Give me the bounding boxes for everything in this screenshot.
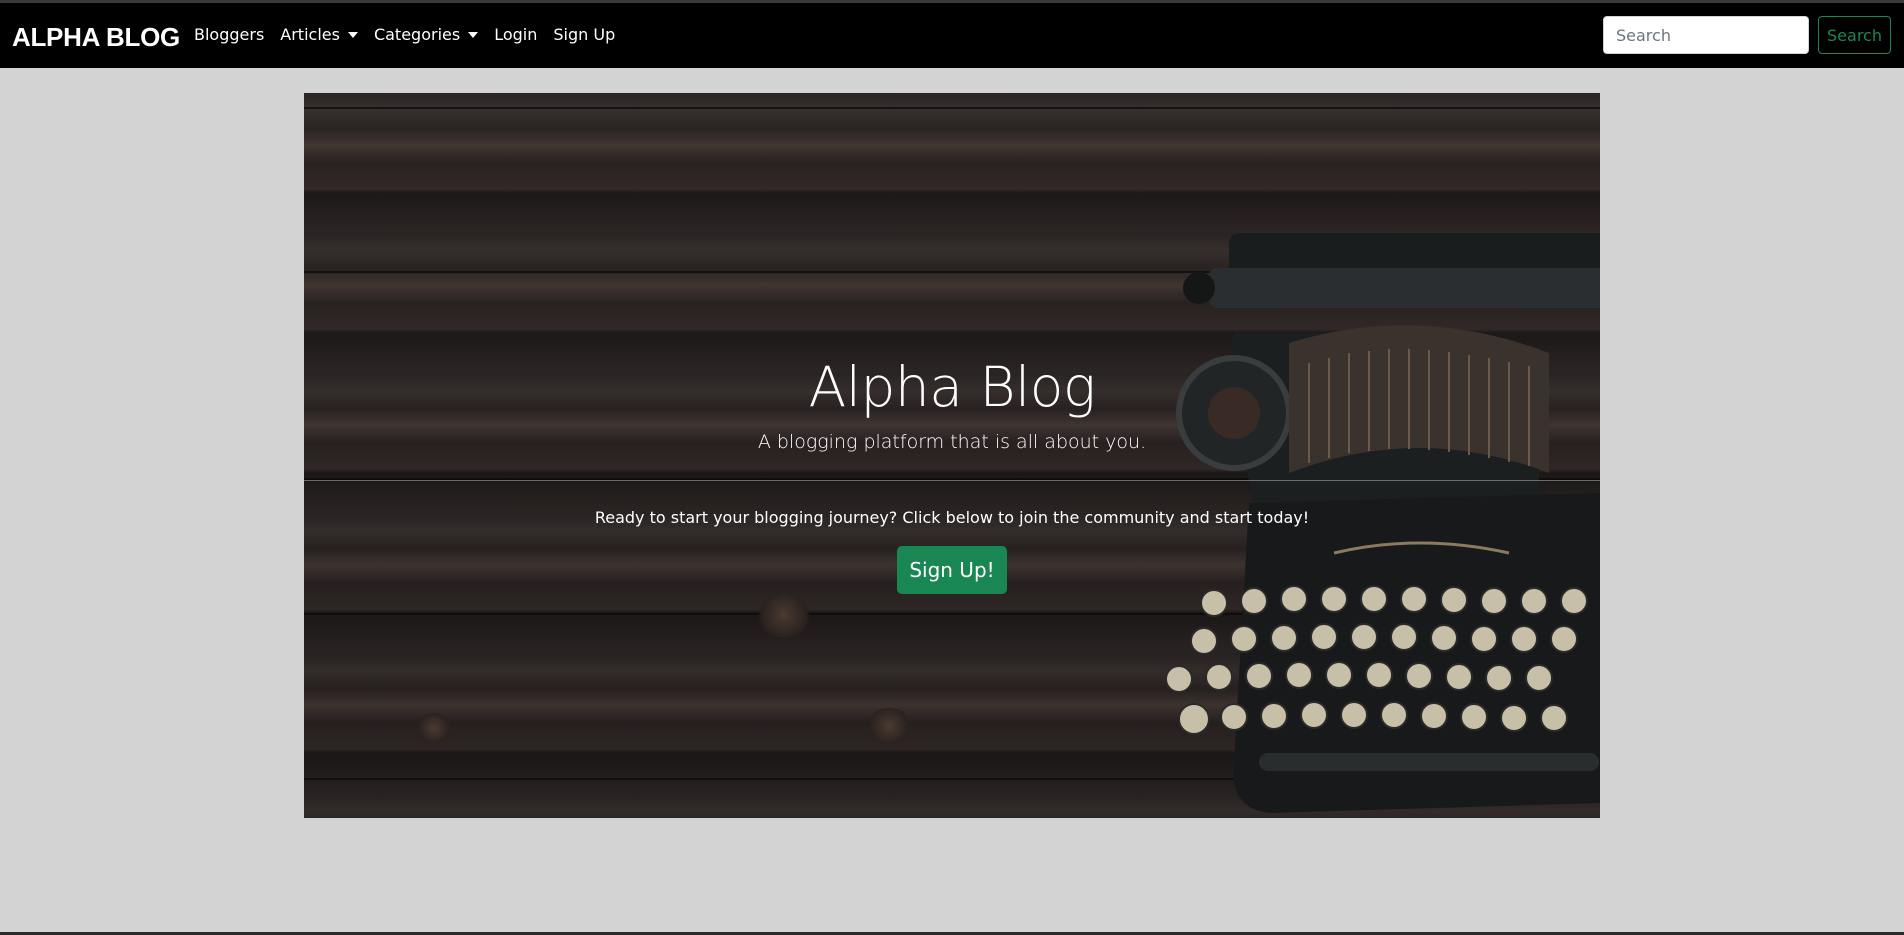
nav-dropdown-categories[interactable]: Categories	[373, 25, 479, 44]
nav-link-label: Bloggers	[194, 25, 265, 44]
nav-link-label: Sign Up	[553, 25, 616, 44]
caret-down-icon	[347, 32, 358, 38]
nav-link-label: Login	[494, 25, 538, 44]
nav-link-label: Articles	[280, 25, 340, 44]
hero-title: Alpha Blog	[808, 355, 1096, 419]
nav-link-bloggers[interactable]: Bloggers	[194, 25, 264, 44]
nav-dropdown-articles[interactable]: Articles	[280, 25, 358, 44]
navbar: ALPHA BLOG Bloggers Articles Categories …	[0, 3, 1904, 68]
nav-links: Bloggers Articles Categories Login Sign …	[194, 25, 631, 44]
nav-link-signup[interactable]: Sign Up	[553, 25, 615, 44]
search-button[interactable]: Search	[1818, 16, 1891, 54]
caret-down-icon	[468, 32, 479, 38]
hero-subtitle: A blogging platform that is all about yo…	[757, 431, 1147, 453]
brand-logo[interactable]: ALPHA BLOG	[12, 22, 180, 53]
hero-content: Alpha Blog A blogging platform that is a…	[304, 93, 1600, 818]
hero-jumbotron: Alpha Blog A blogging platform that is a…	[304, 93, 1600, 818]
nav-link-login[interactable]: Login	[494, 25, 537, 44]
search-input[interactable]	[1603, 16, 1809, 54]
signup-button[interactable]: Sign Up!	[897, 546, 1007, 594]
hero-call-to-action-text: Ready to start your blogging journey? Cl…	[594, 508, 1310, 527]
hero-divider	[304, 480, 1600, 481]
nav-link-label: Categories	[373, 25, 461, 44]
